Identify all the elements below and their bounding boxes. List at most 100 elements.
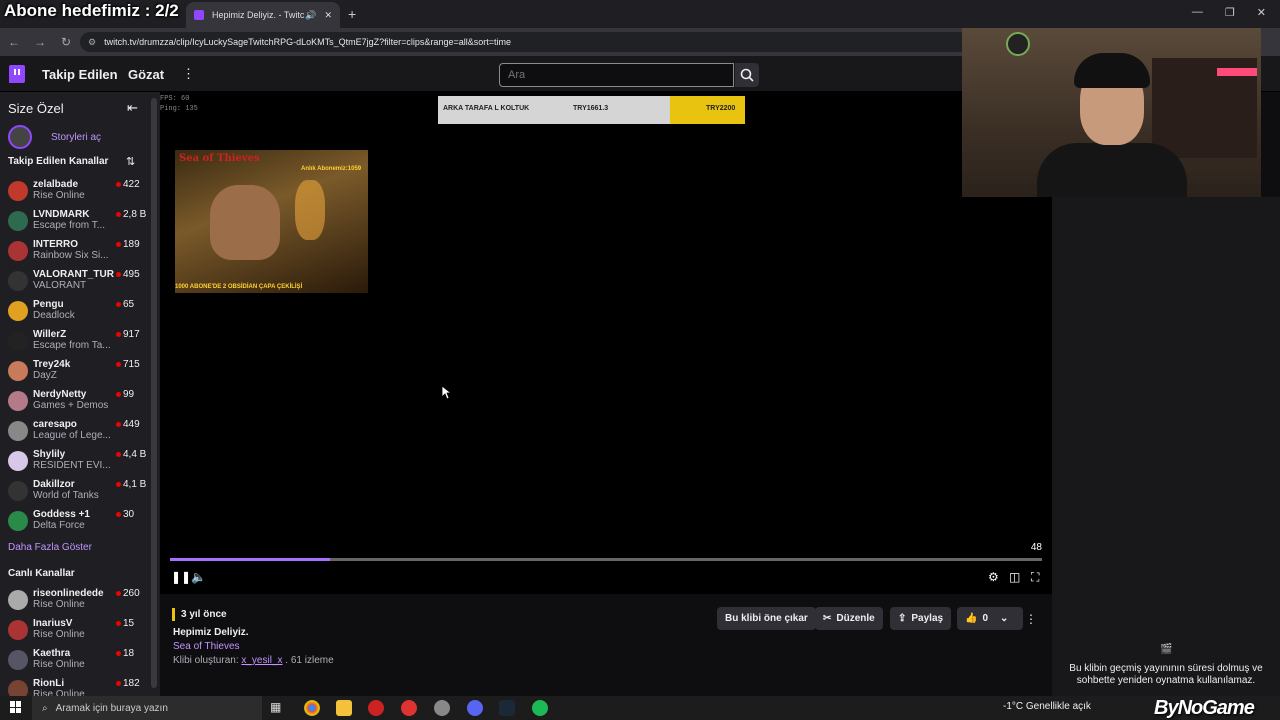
feature-clip-button[interactable]: Bu klibi öne çıkar xyxy=(717,607,816,630)
sidebar-scrollbar[interactable] xyxy=(151,98,157,688)
sidebar-channel-item[interactable]: Shylily RESIDENT EVI... 4,4 B xyxy=(8,449,148,477)
sidebar-channel-item[interactable]: Trey24k DayZ 715 xyxy=(8,359,148,387)
sidebar-channel-item[interactable]: Goddess +1 Delta Force 30 xyxy=(8,509,148,537)
followed-channels-heading: Takip Edilen Kanallar xyxy=(8,156,109,167)
sidebar-channel-item[interactable]: LVNDMARK Escape from T... 2,8 B xyxy=(8,209,148,237)
collapse-sidebar-icon[interactable]: ⇤ xyxy=(127,100,138,116)
channel-game: Rise Online xyxy=(33,190,85,201)
sidebar-channel-item[interactable]: Kaethra Rise Online 18 xyxy=(8,648,148,676)
file-explorer-icon[interactable] xyxy=(336,700,352,716)
twitch-logo-icon[interactable] xyxy=(9,65,25,83)
channel-game: League of Lege... xyxy=(33,430,111,441)
nav-following[interactable]: Takip Edilen xyxy=(42,67,118,82)
tab-title: Hepimiz Deliyiz. - Twitch xyxy=(212,10,306,20)
like-button[interactable]: 👍 0 ⌄ xyxy=(957,607,1023,630)
viewer-count: 99 xyxy=(123,389,135,400)
channel-game: VALORANT xyxy=(33,280,87,291)
channel-game: Rainbow Six Si... xyxy=(33,250,109,261)
back-icon[interactable]: ← xyxy=(2,35,26,49)
video-player[interactable]: FPS: 60 Ping: 135 ARKA TARAFA L KOLTUK T… xyxy=(160,92,1052,594)
sidebar-channel-item[interactable]: VALORANT_TUR VALORANT 495 xyxy=(8,269,148,297)
channel-avatar xyxy=(8,271,28,291)
live-indicator-icon xyxy=(116,242,121,247)
viewer-count: 15 xyxy=(123,618,135,629)
channel-name: NerdyNetty xyxy=(33,389,87,400)
speaker-icon[interactable]: 🔊 xyxy=(305,10,316,21)
channel-name: LVNDMARK xyxy=(33,209,90,220)
close-window-icon[interactable]: ✕ xyxy=(1257,6,1266,19)
clip-more-icon[interactable]: ⋮ xyxy=(1025,612,1037,626)
obs-icon[interactable] xyxy=(401,700,417,716)
task-view-icon[interactable]: ▦ xyxy=(270,700,286,716)
windows-start-icon[interactable] xyxy=(10,701,22,713)
chevron-down-icon[interactable]: ⌄ xyxy=(1000,613,1008,624)
app-red-icon[interactable] xyxy=(368,700,384,716)
sidebar-channel-item[interactable]: INTERRO Rainbow Six Si... 189 xyxy=(8,239,148,267)
sort-icon[interactable]: ⇅ xyxy=(126,155,135,168)
view-count: . 61 izleme xyxy=(285,655,334,666)
steam-icon[interactable] xyxy=(499,700,515,716)
show-more-link[interactable]: Daha Fazla Göster xyxy=(8,542,92,553)
sidebar-channel-item[interactable]: caresapo League of Lege... 449 xyxy=(8,419,148,447)
forward-icon[interactable]: → xyxy=(28,35,52,49)
browser-tab-bar: Hepimiz Deliyiz. - Twitch 🔊 ✕ + — ❐ ✕ xyxy=(0,0,1280,28)
live-indicator-icon xyxy=(116,621,121,626)
viewer-count: 422 xyxy=(123,179,140,190)
live-indicator-icon xyxy=(116,392,121,397)
weather-widget[interactable]: -1°C Genellikle açık xyxy=(1003,701,1091,712)
more-menu-icon[interactable]: ⋮ xyxy=(182,66,195,82)
creator-link[interactable]: x_yesil_x xyxy=(241,655,282,666)
lamp-light xyxy=(295,180,325,240)
nav-browse[interactable]: Gözat xyxy=(128,67,164,82)
fullscreen-icon[interactable]: ⛶ xyxy=(1031,570,1039,585)
sidebar-channel-item[interactable]: NerdyNetty Games + Demos 99 xyxy=(8,389,148,417)
spotify-icon[interactable] xyxy=(532,700,548,716)
channel-game: Rise Online xyxy=(33,629,85,640)
discord-icon[interactable] xyxy=(467,700,483,716)
share-button[interactable]: ⇪ Paylaş xyxy=(890,607,952,630)
channel-name: Goddess +1 xyxy=(33,509,90,520)
sidebar-channel-item[interactable]: RionLi Rise Online 182 xyxy=(8,678,148,696)
search-button[interactable] xyxy=(735,63,759,87)
channel-name: caresapo xyxy=(33,419,77,430)
sidebar-channel-item[interactable]: zelalbade Rise Online 422 xyxy=(8,179,148,207)
neon-light xyxy=(1217,68,1257,76)
stories-button[interactable]: Storyleri aç xyxy=(8,125,101,149)
sidebar-channel-item[interactable]: WillerZ Escape from Ta... 917 xyxy=(8,329,148,357)
site-info-icon[interactable]: ⚙ xyxy=(88,37,96,48)
fps-stat: FPS: 60 xyxy=(160,95,190,103)
sidebar-channel-item[interactable]: InariusV Rise Online 15 xyxy=(8,618,148,646)
sidebar-channel-item[interactable]: Dakillzor World of Tanks 4,1 B xyxy=(8,479,148,507)
channel-avatar xyxy=(8,511,28,531)
channel-avatar xyxy=(8,241,28,261)
channel-name: Kaethra xyxy=(33,648,71,659)
channel-name: riseonlinedede xyxy=(33,588,104,599)
theatre-mode-icon[interactable]: ◫ xyxy=(1009,570,1020,584)
restore-icon[interactable]: ❐ xyxy=(1225,6,1235,19)
donation-current: TRY1661.3 xyxy=(573,105,609,112)
sidebar-title: Size Özel xyxy=(8,101,64,116)
channel-avatar xyxy=(8,331,28,351)
close-tab-icon[interactable]: ✕ xyxy=(324,10,332,21)
seek-bar[interactable] xyxy=(170,558,1042,561)
minimize-icon[interactable]: — xyxy=(1192,6,1203,19)
pause-icon[interactable]: ❚❚ xyxy=(171,570,191,584)
settings-gear-icon[interactable]: ⚙ xyxy=(988,570,999,584)
browser-tab[interactable]: Hepimiz Deliyiz. - Twitch 🔊 ✕ xyxy=(186,2,340,28)
sidebar-channel-item[interactable]: Pengu Deadlock 65 xyxy=(8,299,148,327)
edit-button[interactable]: ✂ Düzenle xyxy=(815,607,883,630)
app-gray-icon[interactable] xyxy=(434,700,450,716)
taskbar-search[interactable]: ⌕ Aramak için buraya yazın xyxy=(32,696,262,720)
viewer-count: 4,4 B xyxy=(123,449,147,460)
channel-game: Deadlock xyxy=(33,310,75,321)
new-tab-button[interactable]: + xyxy=(348,6,356,22)
chrome-icon[interactable] xyxy=(304,700,320,716)
taskbar-search-placeholder: Aramak için buraya yazın xyxy=(55,702,168,714)
live-indicator-icon xyxy=(116,482,121,487)
reload-icon[interactable]: ↻ xyxy=(54,35,78,49)
search-input[interactable] xyxy=(499,63,734,87)
sidebar-channel-item[interactable]: riseonlinedede Rise Online 260 xyxy=(8,588,148,616)
volume-icon[interactable]: 🔈 xyxy=(191,570,206,584)
clip-game-link[interactable]: Sea of Thieves xyxy=(173,641,240,652)
donation-target: TRY2200 xyxy=(706,105,736,112)
